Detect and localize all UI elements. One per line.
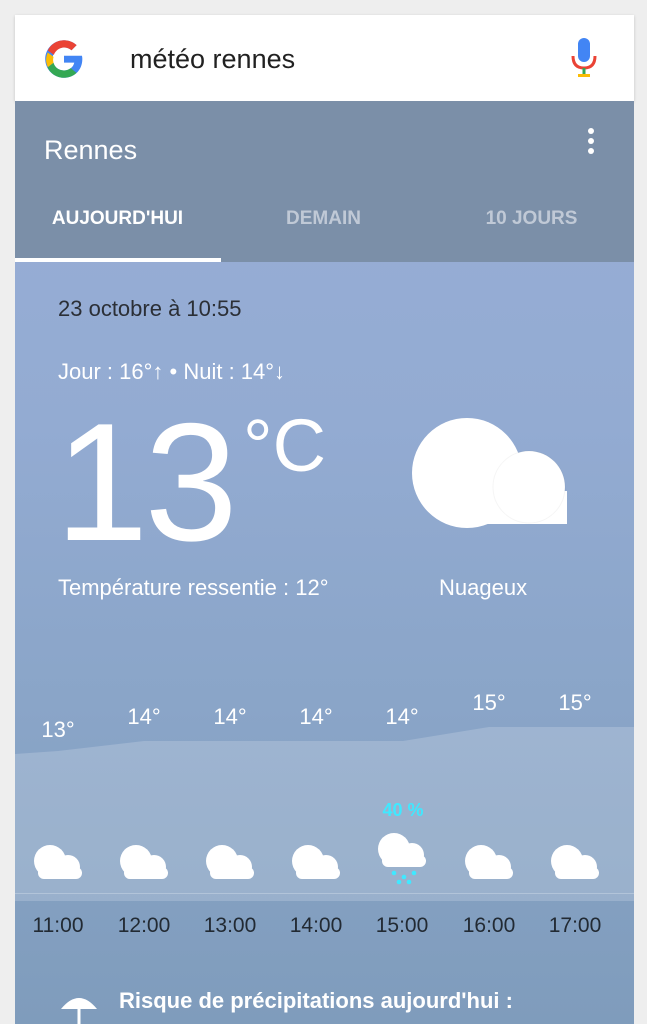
precipitation-risk: Risque de précipitations aujourd'hui : <box>119 988 513 1013</box>
tab-tomorrow[interactable]: DEMAIN <box>221 207 426 231</box>
cloud-icon <box>34 845 82 879</box>
search-query[interactable]: météo rennes <box>130 42 295 76</box>
hourly-time: 13:00 <box>203 914 257 937</box>
temperature-unit[interactable]: °C <box>243 406 326 486</box>
hourly-temp: 15° <box>558 690 592 715</box>
microphone-icon[interactable] <box>570 38 598 78</box>
more-vertical-icon[interactable] <box>581 125 601 163</box>
cloud-icon <box>120 845 168 879</box>
hourly-time: 14:00 <box>289 914 343 937</box>
precipitation-chance: 40 % <box>382 800 424 820</box>
day-night-temps: Jour : 16°↑ • Nuit : 14°↓ <box>58 359 286 384</box>
hourly-temp: 15° <box>472 690 506 715</box>
hourly-temp: 14° <box>127 704 161 729</box>
tab-today[interactable]: AUJOURD'HUI <box>15 207 220 231</box>
google-logo-icon[interactable] <box>42 37 86 81</box>
tab-10-days[interactable]: 10 JOURS <box>429 207 634 231</box>
cloud-icon <box>465 845 513 879</box>
cloud-icon <box>551 845 599 879</box>
active-tab-indicator <box>15 258 221 262</box>
current-temperature: 13 <box>55 388 238 576</box>
weather-card: Rennes AUJOURD'HUI DEMAIN 10 JOURS 23 oc… <box>15 101 634 1024</box>
cloud-icon <box>412 418 567 528</box>
hourly-time: 12:00 <box>117 914 171 937</box>
search-bar[interactable] <box>15 15 634 101</box>
city-name: Rennes <box>44 135 138 165</box>
hourly-time: 11:00 <box>32 914 84 937</box>
divider <box>15 893 634 894</box>
hourly-time: 15:00 <box>375 914 429 937</box>
cloud-icon <box>292 845 340 879</box>
umbrella-icon <box>61 998 97 1024</box>
hourly-temp: 14° <box>385 704 419 729</box>
date-time: 23 octobre à 10:55 <box>58 296 242 321</box>
hourly-temp: 14° <box>213 704 247 729</box>
feels-like: Température ressentie : 12° <box>58 575 329 600</box>
hourly-temp: 14° <box>299 704 333 729</box>
rain-cloud-icon <box>378 833 426 885</box>
condition-label: Nuageux <box>439 575 528 600</box>
hourly-temp: 13° <box>41 717 75 742</box>
hourly-time: 17:00 <box>548 914 602 937</box>
cloud-icon <box>206 845 254 879</box>
weather-card-header: Rennes AUJOURD'HUI DEMAIN 10 JOURS <box>15 101 634 262</box>
hourly-time: 16:00 <box>462 914 516 937</box>
